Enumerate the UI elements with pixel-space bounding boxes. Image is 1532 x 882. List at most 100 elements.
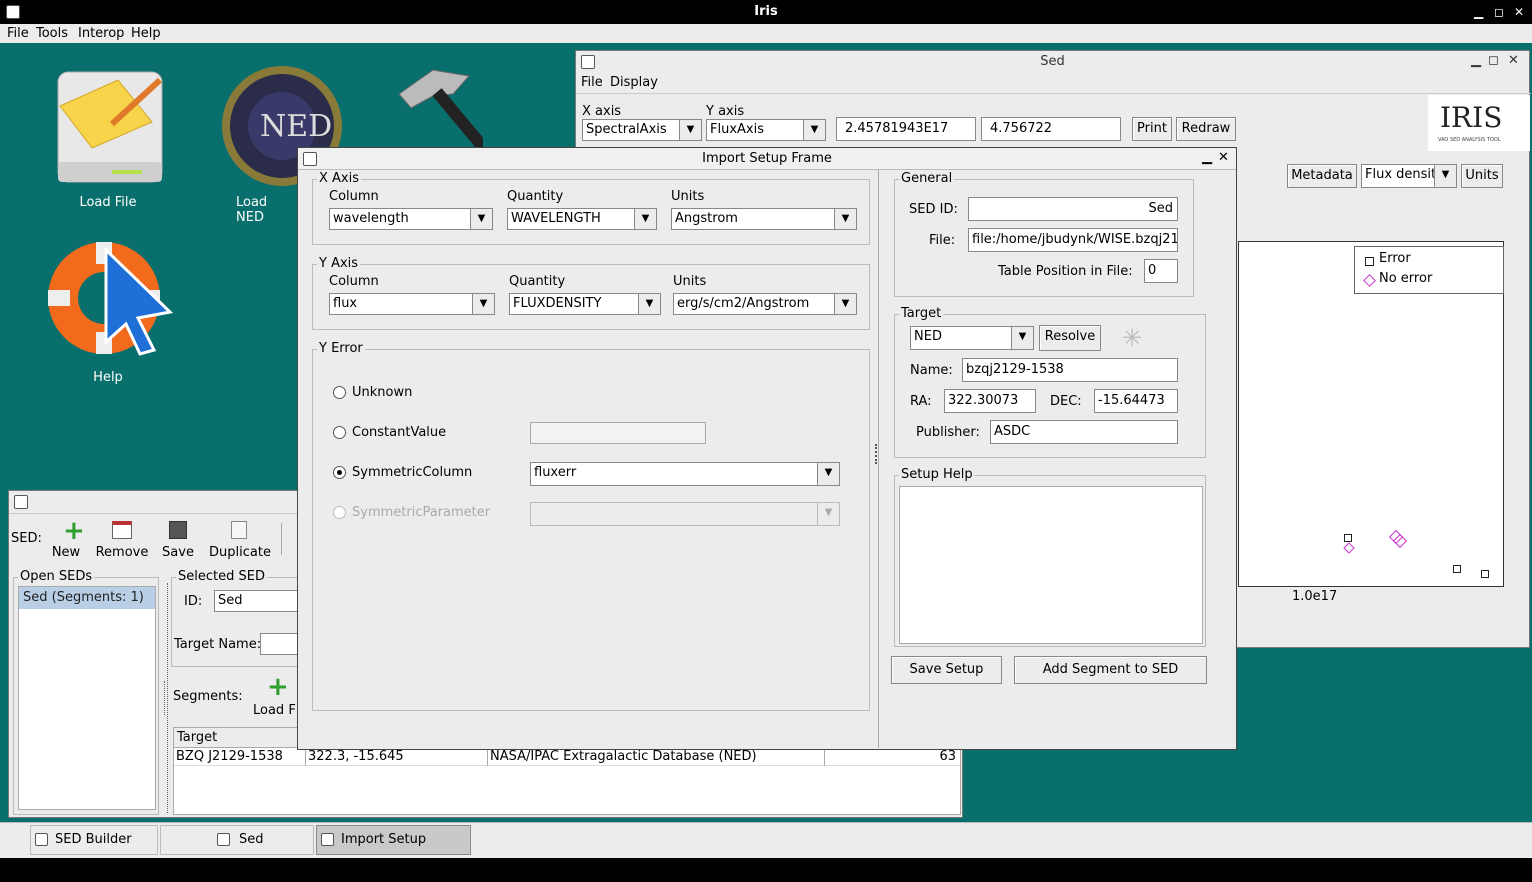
- close-icon[interactable]: ✕: [1514, 5, 1524, 19]
- y-column-select[interactable]: flux ▼: [329, 293, 495, 315]
- menu-tools[interactable]: Tools: [36, 26, 68, 41]
- x-axis-group: X Axis Column Quantity Units wavelength ▼…: [312, 172, 870, 245]
- table-position-label: Table Position in File:: [998, 264, 1133, 279]
- sed-id-field[interactable]: Sed: [968, 197, 1178, 221]
- remove-button-label: Remove: [95, 545, 149, 560]
- y-units-label: Units: [673, 274, 707, 289]
- sed-menu-display[interactable]: Display: [610, 75, 658, 90]
- radio-constant-value[interactable]: [333, 426, 346, 439]
- symmetric-parameter-select[interactable]: ▼: [530, 502, 840, 526]
- data-point: [1453, 565, 1461, 573]
- save-button[interactable]: Save: [159, 519, 197, 560]
- new-button-label: New: [51, 545, 81, 560]
- sed-close-icon[interactable]: ✕: [1508, 53, 1519, 68]
- x-units-select[interactable]: Angstrom ▼: [671, 208, 857, 230]
- id-label: ID:: [184, 594, 203, 609]
- general-group-title: General: [899, 171, 955, 186]
- x-axis-group-title: X Axis: [317, 171, 362, 186]
- chevron-down-icon: ▼: [472, 294, 494, 314]
- symmetric-column-select[interactable]: fluxerr ▼: [530, 462, 840, 486]
- target-name-field[interactable]: bzqj2129-1538: [962, 358, 1178, 382]
- window-icon: [35, 833, 48, 846]
- plus-icon: +: [63, 516, 85, 546]
- duplicate-button[interactable]: Duplicate: [207, 519, 273, 560]
- resolve-button[interactable]: Resolve: [1039, 325, 1101, 351]
- list-item[interactable]: Sed (Segments: 1): [19, 587, 155, 609]
- maximize-icon[interactable]: ◻: [1494, 5, 1504, 19]
- y-axis-select[interactable]: FluxAxis ▼: [706, 119, 826, 141]
- svg-text:NED: NED: [260, 109, 332, 144]
- add-segment-button[interactable]: Add Segment to SED: [1014, 656, 1207, 684]
- builder-window-icon: [14, 495, 28, 509]
- help-lifebuoy-icon[interactable]: [44, 236, 174, 356]
- toolbar-separator: [281, 523, 282, 555]
- main-menubar: File Tools Interop Help: [0, 24, 1532, 43]
- taskbar-sed-builder[interactable]: SED Builder: [30, 825, 158, 855]
- import-close-icon[interactable]: ✕: [1218, 150, 1229, 165]
- table-position-field[interactable]: 0: [1144, 259, 1178, 283]
- y-quantity-select[interactable]: FLUXDENSITY ▼: [509, 293, 661, 315]
- target-name-label: Name:: [910, 363, 953, 378]
- load-file-button-label[interactable]: Load F: [253, 703, 296, 718]
- constant-value-field[interactable]: [530, 422, 706, 444]
- minimize-icon[interactable]: ▁: [1474, 5, 1483, 19]
- chevron-down-icon: ▼: [817, 503, 839, 525]
- general-group: General SED ID: Sed File: file:/home/jbu…: [894, 172, 1194, 297]
- redraw-button[interactable]: Redraw: [1176, 117, 1236, 141]
- target-group: Target NED ▼ Resolve ✳ Name: bzqj2129-153…: [894, 307, 1206, 458]
- y-units-select[interactable]: erg/s/cm2/Angstrom ▼: [673, 293, 857, 315]
- plus-icon[interactable]: +: [267, 674, 289, 700]
- radio-symmetric-column[interactable]: [333, 466, 346, 479]
- sed-menu-divider: [576, 93, 1531, 94]
- chevron-down-icon: ▼: [1434, 165, 1456, 187]
- import-minimize-icon[interactable]: ▁: [1202, 150, 1212, 165]
- hammer-icon[interactable]: [393, 62, 488, 151]
- x-tick-label: 1.0e17: [1292, 589, 1338, 604]
- load-file-icon[interactable]: [52, 66, 167, 191]
- taskbar-import-setup[interactable]: Import Setup Frame: [316, 825, 471, 875]
- id-field[interactable]: Sed: [214, 590, 304, 612]
- radio-symmetric-column-label: SymmetricColumn: [352, 465, 473, 480]
- chevron-down-icon: ▼: [1011, 327, 1033, 349]
- radio-symmetric-parameter[interactable]: [333, 506, 346, 519]
- splitter-handle[interactable]: [164, 681, 168, 715]
- x-quantity-select[interactable]: WAVELENGTH ▼: [507, 208, 657, 230]
- flux-select[interactable]: Flux density ▼: [1361, 164, 1457, 188]
- save-setup-button[interactable]: Save Setup: [891, 656, 1002, 684]
- sed-minimize-icon[interactable]: ▁: [1471, 53, 1481, 68]
- taskbar-sed-builder-label: SED Builder: [55, 832, 132, 847]
- menu-interop[interactable]: Interop: [78, 26, 124, 41]
- selected-sed-title: Selected SED: [176, 569, 267, 584]
- publisher-field[interactable]: ASDC: [990, 420, 1178, 444]
- units-button[interactable]: Units: [1461, 164, 1503, 188]
- duplicate-button-label: Duplicate: [209, 545, 271, 560]
- metadata-button[interactable]: Metadata: [1287, 164, 1357, 188]
- chevron-down-icon: ▼: [834, 294, 856, 314]
- sed-maximize-icon[interactable]: ◻: [1488, 53, 1499, 68]
- x-column-label: Column: [329, 189, 379, 204]
- menu-help[interactable]: Help: [131, 26, 161, 41]
- y-quantity-label: Quantity: [509, 274, 566, 289]
- new-button[interactable]: + New: [51, 516, 91, 560]
- target-source-select[interactable]: NED ▼: [910, 326, 1034, 350]
- menu-file[interactable]: File: [7, 26, 29, 41]
- radio-unknown[interactable]: [333, 386, 346, 399]
- data-point: [1344, 534, 1352, 542]
- x-column-select[interactable]: wavelength ▼: [329, 208, 493, 230]
- error-square-icon: [1365, 257, 1374, 266]
- x-axis-select[interactable]: SpectralAxis ▼: [582, 119, 702, 141]
- taskbar-sed[interactable]: Sed: [160, 825, 314, 855]
- dec-field[interactable]: -15.64473: [1094, 389, 1178, 413]
- sed-menu-file[interactable]: File: [581, 75, 603, 90]
- load-ned-label: Load NED: [236, 195, 268, 225]
- file-field[interactable]: file:/home/jbudynk/WISE.bzqj212: [968, 228, 1178, 252]
- iris-logo-tagline: VAO SED ANALYSIS TOOL: [1438, 137, 1501, 143]
- app-titlebar: Iris: [0, 0, 1532, 24]
- sed-plot-area[interactable]: Error No error: [1238, 241, 1504, 587]
- chevron-down-icon: ▼: [803, 120, 825, 140]
- ra-field[interactable]: 322.30073: [944, 389, 1036, 413]
- x-units-label: Units: [671, 189, 705, 204]
- table-row[interactable]: BZQ J2129-1538 322.3, -15.645 NASA/IPAC …: [174, 748, 960, 766]
- remove-button[interactable]: Remove: [95, 519, 149, 560]
- print-button[interactable]: Print: [1132, 117, 1172, 141]
